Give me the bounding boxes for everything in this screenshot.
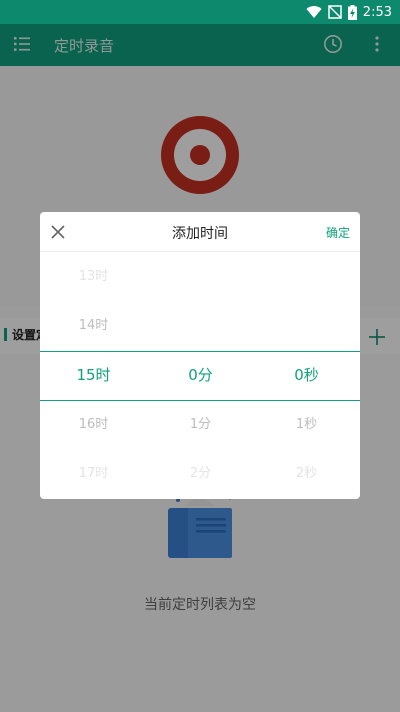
confirm-button[interactable]: 确定	[326, 224, 350, 241]
selection-line-top	[40, 351, 360, 352]
time-picker[interactable]: 13时 14时 15时 16时 17时 0分 1分 2分 0秒 1秒 2秒	[40, 252, 360, 499]
minute-wheel[interactable]: 0分 1分 2分	[147, 252, 254, 499]
hour-option[interactable]: 17时	[40, 449, 147, 498]
selection-line-bottom	[40, 400, 360, 401]
hour-wheel[interactable]: 13时 14时 15时 16时 17时	[40, 252, 147, 499]
second-option[interactable]: 1秒	[253, 400, 360, 449]
status-icons: 2:53	[306, 0, 392, 24]
hour-option[interactable]: 14时	[40, 301, 147, 350]
hour-option[interactable]: 16时	[40, 400, 147, 449]
minute-option-selected[interactable]: 0分	[147, 351, 254, 400]
dialog-header: 添加时间 确定	[40, 212, 360, 252]
second-wheel[interactable]: 0秒 1秒 2秒	[253, 252, 360, 499]
minute-option[interactable]: 1分	[147, 400, 254, 449]
add-time-dialog: 添加时间 确定 13时 14时 15时 16时 17时 0分 1分 2分 0秒 …	[40, 212, 360, 499]
no-signal-icon	[328, 5, 342, 19]
battery-charging-icon	[347, 4, 357, 20]
hour-option-selected[interactable]: 15时	[40, 351, 147, 400]
status-time: 2:53	[362, 4, 392, 20]
dialog-title: 添加时间	[172, 226, 228, 242]
second-option-selected[interactable]: 0秒	[253, 351, 360, 400]
minute-option[interactable]: 2分	[147, 449, 254, 498]
status-bar: 2:53	[0, 0, 400, 24]
wifi-icon	[306, 6, 322, 19]
hour-option[interactable]: 13时	[40, 252, 147, 301]
second-option[interactable]: 2秒	[253, 449, 360, 498]
